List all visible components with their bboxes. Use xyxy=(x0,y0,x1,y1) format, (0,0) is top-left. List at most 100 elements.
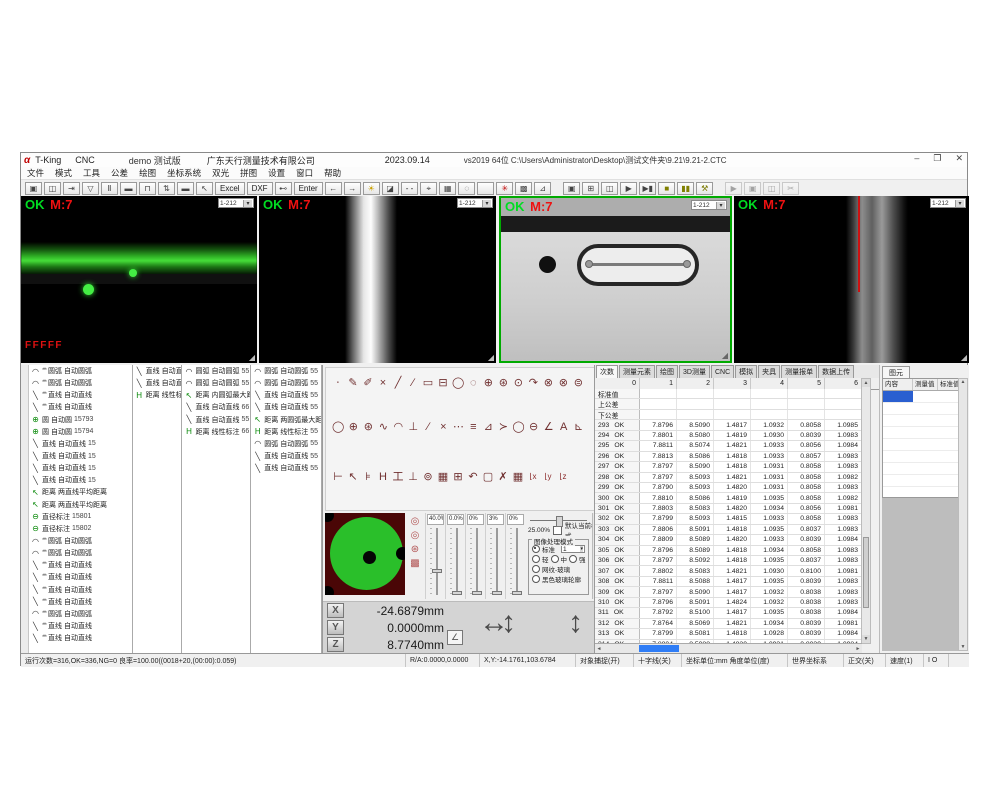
list-item[interactable]: H距离线性标注66 xyxy=(182,426,250,438)
distance-step-tool-icon[interactable]: ⊧ xyxy=(362,470,374,484)
resize-grip-icon[interactable]: ◢ xyxy=(249,354,255,362)
table-row[interactable]: 295OK7.88118.50741.48211.09330.80561.098… xyxy=(595,441,862,451)
open-file-icon[interactable]: ◫ xyxy=(44,182,61,195)
standard-level-select[interactable]: 1▾ xyxy=(561,545,585,553)
table-row[interactable]: 313OK7.87998.50811.48181.09280.80391.098… xyxy=(595,629,862,639)
empty-row[interactable] xyxy=(883,415,959,427)
list-item[interactable]: ╲直线自动直线15 xyxy=(29,438,132,450)
list-item[interactable]: H距离线性标注34 xyxy=(133,389,182,401)
list-item[interactable]: ◠圆弧自动圆弧55 xyxy=(251,365,321,377)
slider-thumb[interactable] xyxy=(472,591,482,595)
light-channel-slider-3[interactable]: 0% xyxy=(465,513,485,599)
table-row[interactable]: 298OK7.87978.50931.48211.09310.80581.098… xyxy=(595,473,862,483)
table-row[interactable]: 311OK7.87928.51001.48171.09350.80381.098… xyxy=(595,608,862,618)
run-to-end-icon[interactable]: ▶▮ xyxy=(639,182,656,195)
menu-item-文件[interactable]: 文件 xyxy=(27,167,44,179)
angle3-tool-icon[interactable]: ⊾ xyxy=(573,420,585,434)
table-row[interactable]: 297OK7.87978.50901.48181.09310.80581.098… xyxy=(595,462,862,472)
camera-zoom-select[interactable]: 1-212▾ xyxy=(691,200,727,210)
tolerance-row[interactable]: 上公差 xyxy=(595,399,862,409)
table-row[interactable]: 312OK7.87648.50691.48211.09340.80391.098… xyxy=(595,619,862,629)
empty-row[interactable] xyxy=(883,451,959,463)
scroll-down-icon[interactable]: ▼ xyxy=(862,635,870,643)
mesh-glass-radio[interactable] xyxy=(532,565,540,573)
arc-tool-icon[interactable]: ↷ xyxy=(527,376,539,390)
empty-row[interactable] xyxy=(883,403,959,415)
empty-row[interactable] xyxy=(883,463,959,475)
slider-thumb[interactable] xyxy=(452,591,462,595)
scroll-up-icon[interactable]: ▲ xyxy=(862,379,870,387)
jog-vertical-icon[interactable]: ↕ xyxy=(501,608,516,638)
enter-button[interactable]: Enter xyxy=(294,182,323,195)
batch-icon[interactable]: ⊞ xyxy=(582,182,599,195)
ellipse-tool-icon[interactable]: ⊜ xyxy=(572,376,584,390)
point-tool-icon[interactable]: ⋅ xyxy=(332,376,344,390)
ring-select-icon-1[interactable]: ◎ xyxy=(411,516,420,527)
list-item[interactable]: ╲直线自动直线55 xyxy=(251,389,321,401)
copy-tool-icon[interactable]: ⊞ xyxy=(452,470,464,484)
undo-icon[interactable]: ↶ xyxy=(467,470,479,484)
resize-grip-icon[interactable]: ◢ xyxy=(488,354,494,362)
list-item[interactable]: ╲直线自动直线55 xyxy=(182,414,250,426)
tab-测量元素[interactable]: 测量元素 xyxy=(619,365,655,378)
list-item[interactable]: ◠***圆弧自动圆弧 xyxy=(29,535,132,547)
distance-h-tool-icon[interactable]: ⊢ xyxy=(332,470,344,484)
list-item[interactable]: ⊕圆自动圆15793 xyxy=(29,414,132,426)
list-item[interactable]: ╲直线自动直线55 xyxy=(251,401,321,413)
coord-y-icon[interactable]: ⌊y xyxy=(542,470,554,484)
line-tool-icon[interactable]: ╱ xyxy=(392,376,404,390)
list-item[interactable]: ⊖直径标注15801 xyxy=(29,511,132,523)
tab-数据上传[interactable]: 数据上传 xyxy=(818,365,854,378)
table-row[interactable]: 302OK7.87998.50931.48151.09330.80581.098… xyxy=(595,514,862,524)
table-row[interactable]: 301OK7.88038.50831.48201.09340.80561.098… xyxy=(595,504,862,514)
list-item[interactable]: ╲***直线自动直线 xyxy=(29,389,132,401)
tools-icon[interactable]: ⚒ xyxy=(696,182,713,195)
list-item[interactable]: ◠圆弧自动圆弧55 xyxy=(251,377,321,389)
table-row[interactable]: 303OK7.88068.50911.48181.09350.80371.098… xyxy=(595,525,862,535)
scroll-thumb[interactable] xyxy=(863,537,869,608)
save-program-icon[interactable]: ▣ xyxy=(563,182,580,195)
coord-x-icon[interactable]: ⌊x xyxy=(527,470,539,484)
camera-view-1[interactable]: OK M:7 FFFFF 1-212▾ ◢ xyxy=(21,196,257,363)
image-mode-icon[interactable]: ◪ xyxy=(382,182,399,195)
label-tool-icon[interactable]: A xyxy=(558,420,570,434)
resize-grip-icon[interactable]: ◢ xyxy=(722,352,728,360)
list-item[interactable]: ╲直线自动直线34 xyxy=(133,365,182,377)
light-level-radio[interactable] xyxy=(532,555,540,563)
close-button[interactable]: ✕ xyxy=(955,153,963,164)
list-item[interactable]: ◠***圆弧自动圆弧 xyxy=(29,547,132,559)
circle-target-tool-icon[interactable]: ⊕ xyxy=(482,376,494,390)
tab-次数[interactable]: 次数 xyxy=(596,365,618,378)
jog-z-icon[interactable]: ↕ xyxy=(568,608,583,638)
auto-circle-tool-icon[interactable]: ◌ xyxy=(467,376,479,390)
table-row[interactable]: 308OK7.88118.50881.48171.09350.80391.098… xyxy=(595,577,862,587)
select-box-icon[interactable]: ▢ xyxy=(482,470,494,484)
list-item[interactable]: ↖距离内圆弧最大距 xyxy=(182,389,250,401)
strong-level-radio[interactable] xyxy=(569,555,577,563)
standard-radio[interactable] xyxy=(532,545,540,553)
z-axis-icon[interactable]: Z xyxy=(327,637,344,652)
selected-row[interactable] xyxy=(883,391,959,403)
arrow-left-icon[interactable]: ← xyxy=(325,182,342,195)
camera-view-icon[interactable]: ▬ xyxy=(120,182,137,195)
list-item[interactable]: ↖距离两直线平均距离 xyxy=(29,499,132,511)
depth-tool-icon[interactable]: ⊥ xyxy=(407,470,419,484)
table-row[interactable]: 296OK7.88138.50861.48181.09330.80571.098… xyxy=(595,452,862,462)
menu-item-模式[interactable]: 模式 xyxy=(55,167,72,179)
pause-icon[interactable]: ▮▮ xyxy=(677,182,694,195)
menu-item-公差[interactable]: 公差 xyxy=(111,167,128,179)
line2-tool-icon[interactable]: ∕ xyxy=(407,376,419,390)
list-item[interactable]: ╲***直线自动直线 xyxy=(29,620,132,632)
list-item[interactable]: ◠***圆弧自动圆弧 xyxy=(29,365,132,377)
table-row[interactable]: 306OK7.87978.50921.48181.09350.80371.098… xyxy=(595,556,862,566)
slider-thumb[interactable] xyxy=(432,569,442,573)
play-disabled-icon[interactable]: ▶ xyxy=(725,182,742,195)
selected-cell[interactable] xyxy=(883,391,913,402)
list-item[interactable]: ◠***圆弧自动圆弧 xyxy=(29,377,132,389)
rect2-tool-icon[interactable]: ⊟ xyxy=(437,376,449,390)
resize-grip-icon[interactable]: ◢ xyxy=(961,354,967,362)
save-disabled-icon[interactable]: ▣ xyxy=(744,182,761,195)
camera-view-3-selected[interactable]: OK M:7 1-212▾ ◢ xyxy=(499,196,732,363)
slider-thumb[interactable] xyxy=(512,591,522,595)
tolerance-row[interactable]: 下公差 xyxy=(595,410,862,420)
